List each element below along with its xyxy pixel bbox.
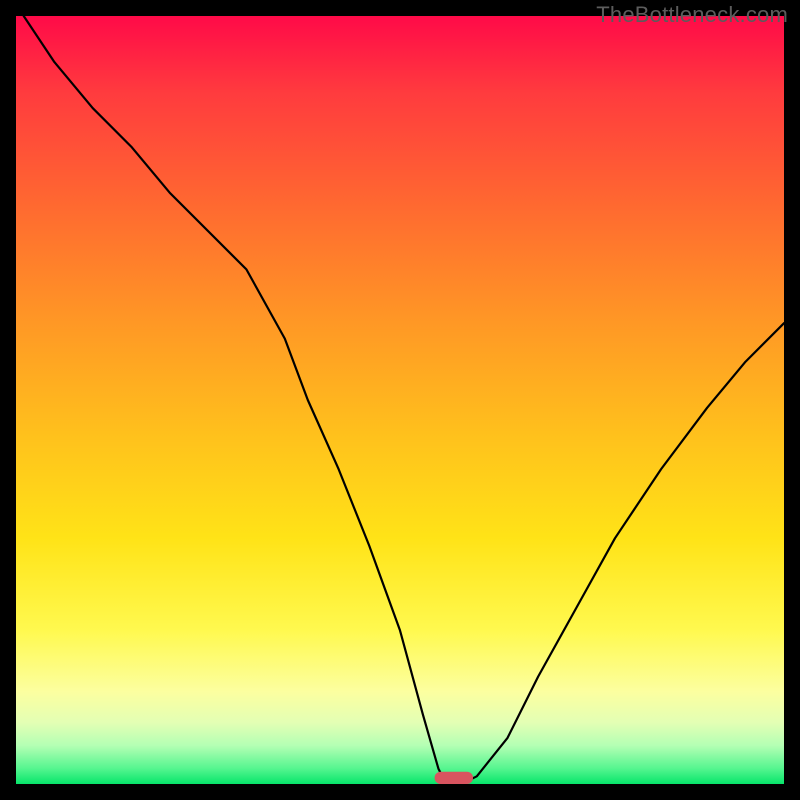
- plot-overlay: [16, 16, 784, 784]
- plot-area: [16, 16, 784, 784]
- bottleneck-curve: [24, 16, 784, 784]
- chart-stage: TheBottleneck.com: [0, 0, 800, 800]
- optimal-marker: [435, 772, 473, 784]
